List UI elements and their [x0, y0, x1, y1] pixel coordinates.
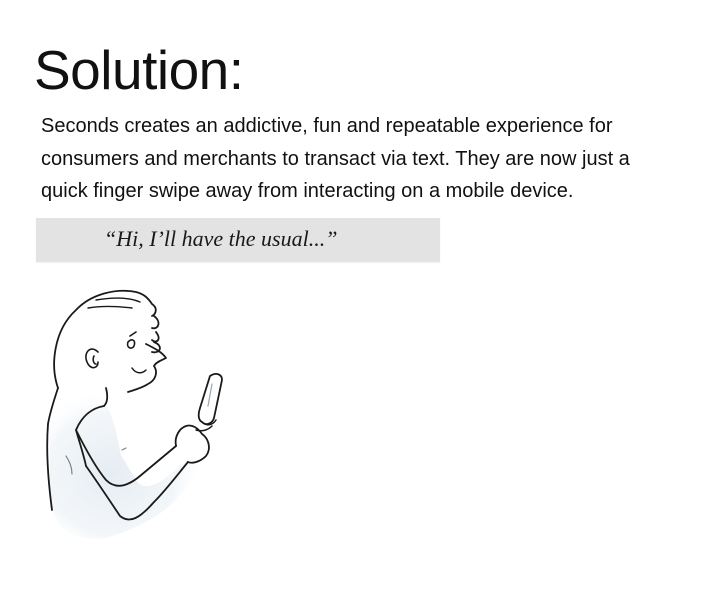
phone-icon — [197, 373, 223, 425]
hair-fringe — [87, 297, 141, 309]
quote-text: “Hi, I’ll have the usual...” — [104, 226, 338, 251]
ear — [85, 348, 99, 369]
body-line: Seconds creates an addictive, fun and re… — [41, 115, 613, 137]
watercolor-wash — [49, 393, 205, 539]
body-line: quick finger swipe away from interacting… — [41, 180, 574, 202]
slide-title: Solution: — [34, 39, 244, 101]
face — [127, 343, 167, 393]
mouth — [131, 367, 147, 374]
body-line: consumers and merchants to transact via … — [41, 147, 630, 170]
hair — [53, 289, 161, 389]
eye — [126, 331, 137, 349]
quote-box: “Hi, I’ll have the usual...” — [36, 218, 440, 262]
body-text: Seconds creates an addictive, fun and re… — [41, 110, 713, 208]
person-with-phone-sketch-icon — [46, 289, 223, 539]
